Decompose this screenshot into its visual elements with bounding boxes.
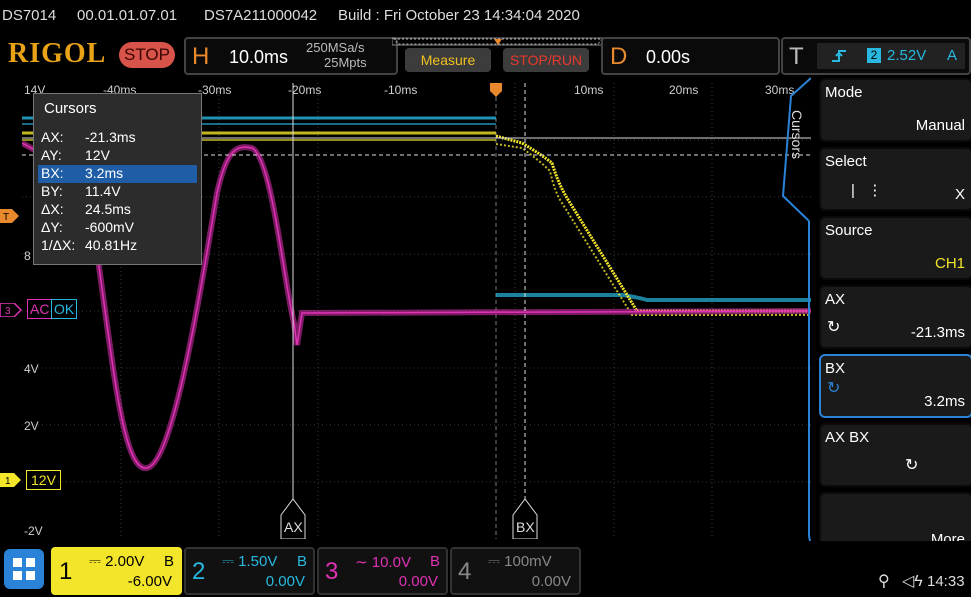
trigger-level: 2.52V: [887, 47, 927, 64]
ch1-scale: ⎓ 2.00V: [89, 553, 145, 570]
firmware-version: 00.01.01.07.01: [77, 7, 178, 24]
ch3-ac-badge: AC: [27, 299, 53, 319]
measure-button[interactable]: Measure: [405, 48, 491, 72]
time-label: -20ms: [288, 83, 322, 97]
trigger-box[interactable]: T 2 2.52V A: [781, 37, 971, 75]
info-bar: DS7014 00.01.01.07.01 DS7A211000042 Buil…: [0, 0, 971, 34]
rigol-logo: RIGOL: [8, 38, 107, 69]
trigger-edge-icon: [831, 48, 847, 69]
cursor-row-ax: AX: -21.3ms: [41, 129, 136, 145]
svg-text:T: T: [3, 212, 9, 223]
knob-icon: ↻: [827, 380, 841, 397]
cursor-a-label[interactable]: AX: [284, 519, 303, 535]
ch2-bw: B: [296, 553, 307, 570]
side-menu: Cursors Mode Manual Select | ⋮ X Source …: [781, 76, 971, 560]
stoprun-button[interactable]: STOP/RUN: [503, 48, 589, 72]
delay-letter: D: [610, 43, 628, 70]
ch4-box[interactable]: 4 ⎓ 100mV 0.00V: [450, 547, 581, 595]
ch1-offset-label: 12V: [26, 470, 61, 490]
svg-text:1: 1: [5, 476, 11, 487]
model-name: DS7014: [2, 7, 57, 24]
home-button[interactable]: [4, 549, 44, 589]
ch1-offset: -6.00V: [127, 573, 172, 590]
trigger-mode: A: [947, 47, 958, 64]
ch2-number: 2: [192, 558, 206, 585]
ch4-number: 4: [458, 558, 472, 585]
ch3-offset: 0.00V: [398, 573, 438, 590]
memory-depth: 25Mpts: [324, 55, 367, 70]
ch4-offset: 0.00V: [531, 573, 571, 590]
knob-icon: ↻: [905, 457, 919, 474]
ch1-offset-marker[interactable]: 1: [0, 473, 22, 492]
time-label: -10ms: [384, 83, 418, 97]
menu-ax[interactable]: AX ↻ -21.3ms: [819, 285, 971, 349]
ch1-number: 1: [59, 558, 73, 585]
ch1-box[interactable]: 1 ⎓ 2.00V B -6.00V: [51, 547, 182, 595]
cursor-row-freq: 1/ΔX: 40.81Hz: [41, 237, 138, 253]
menu-source[interactable]: Source CH1: [819, 216, 971, 280]
time-label: -30ms: [198, 83, 232, 97]
time-label: 10ms: [574, 83, 604, 97]
ch3-scale: ∼ 10.0V: [355, 554, 411, 571]
serial-number: DS7A211000042: [204, 7, 318, 24]
ch3-box[interactable]: 3 ∼ 10.0V B 0.00V: [317, 547, 448, 595]
stoprun-label: STOP/RUN: [509, 52, 583, 68]
ch4-scale: ⎓ 100mV: [488, 553, 552, 570]
channel-bar: 1 ⎓ 2.00V B -6.00V 2 ⎓ 1.50V B 0.00V 3 ∼…: [0, 541, 971, 597]
cursor-row-ay: AY: 12V: [41, 147, 110, 163]
knob-icon: ↻: [827, 319, 841, 336]
svg-text:3: 3: [5, 306, 11, 317]
header-bar: RIGOL STOP H 10.0ms 250MSa/s 25Mpts Meas…: [0, 34, 971, 76]
measure-label: Measure: [420, 52, 476, 68]
ch2-scale: ⎓ 1.50V: [222, 553, 278, 570]
menu-mode[interactable]: Mode Manual: [819, 78, 971, 142]
cursor-b-label[interactable]: BX: [516, 519, 535, 535]
horizontal-box[interactable]: H 10.0ms 250MSa/s 25Mpts: [184, 37, 398, 75]
ch1-bw: B: [163, 553, 174, 570]
run-state-badge: STOP: [119, 42, 175, 68]
ch3-ok-badge: OK: [51, 299, 78, 319]
select-cursor-icon: | ⋮: [851, 182, 883, 199]
volt-label: 4V: [24, 362, 39, 376]
trigger-level-marker: T: [0, 209, 20, 228]
trigger-channel-badge: 2: [867, 48, 881, 63]
trigger-letter: T: [789, 43, 804, 70]
volt-label: 8: [24, 249, 31, 263]
speaker-icon[interactable]: ◁ϟ: [902, 571, 923, 591]
time-label: 20ms: [669, 83, 699, 97]
sample-rate: 250MSa/s: [306, 40, 365, 55]
ch3-number: 3: [325, 558, 339, 585]
horizontal-letter: H: [192, 43, 210, 70]
cursor-row-dx: ΔX: 24.5ms: [41, 201, 131, 217]
volt-label: -2V: [24, 524, 43, 538]
volt-label: 2V: [24, 419, 39, 433]
cursors-panel-title: Cursors: [44, 100, 97, 117]
delay-box[interactable]: D 0.00s: [601, 37, 780, 75]
cursor-row-by: BY: 11.4V: [41, 183, 121, 199]
grid-icon: [13, 558, 35, 580]
build-info: Build : Fri October 23 14:34:04 2020: [338, 7, 580, 24]
ch2-offset: 0.00V: [265, 573, 305, 590]
delay-value: 0.00s: [646, 47, 691, 67]
timebase-value: 10.0ms: [229, 47, 289, 67]
cursor-row-bx[interactable]: BX: 3.2ms: [38, 165, 197, 183]
cursors-panel[interactable]: Cursors AX: -21.3ms AY: 12V BX: 3.2ms BY: 11…: [33, 93, 202, 265]
usb-icon: ⚲: [878, 573, 890, 590]
menu-select[interactable]: Select | ⋮ X: [819, 147, 971, 211]
cursor-row-dy: ΔY: -600mV: [41, 219, 135, 235]
memory-position-bar: [391, 34, 605, 46]
ch2-box[interactable]: 2 ⎓ 1.50V B 0.00V: [184, 547, 315, 595]
menu-side-tab: Cursors: [789, 110, 805, 160]
menu-ax-bx[interactable]: AX BX ↻: [819, 423, 971, 487]
ch3-bw: B: [429, 553, 440, 570]
ch3-offset-marker[interactable]: 3: [0, 302, 23, 322]
clock-time: 14:33: [927, 573, 965, 590]
menu-bx[interactable]: BX ↻ 3.2ms: [819, 354, 971, 418]
